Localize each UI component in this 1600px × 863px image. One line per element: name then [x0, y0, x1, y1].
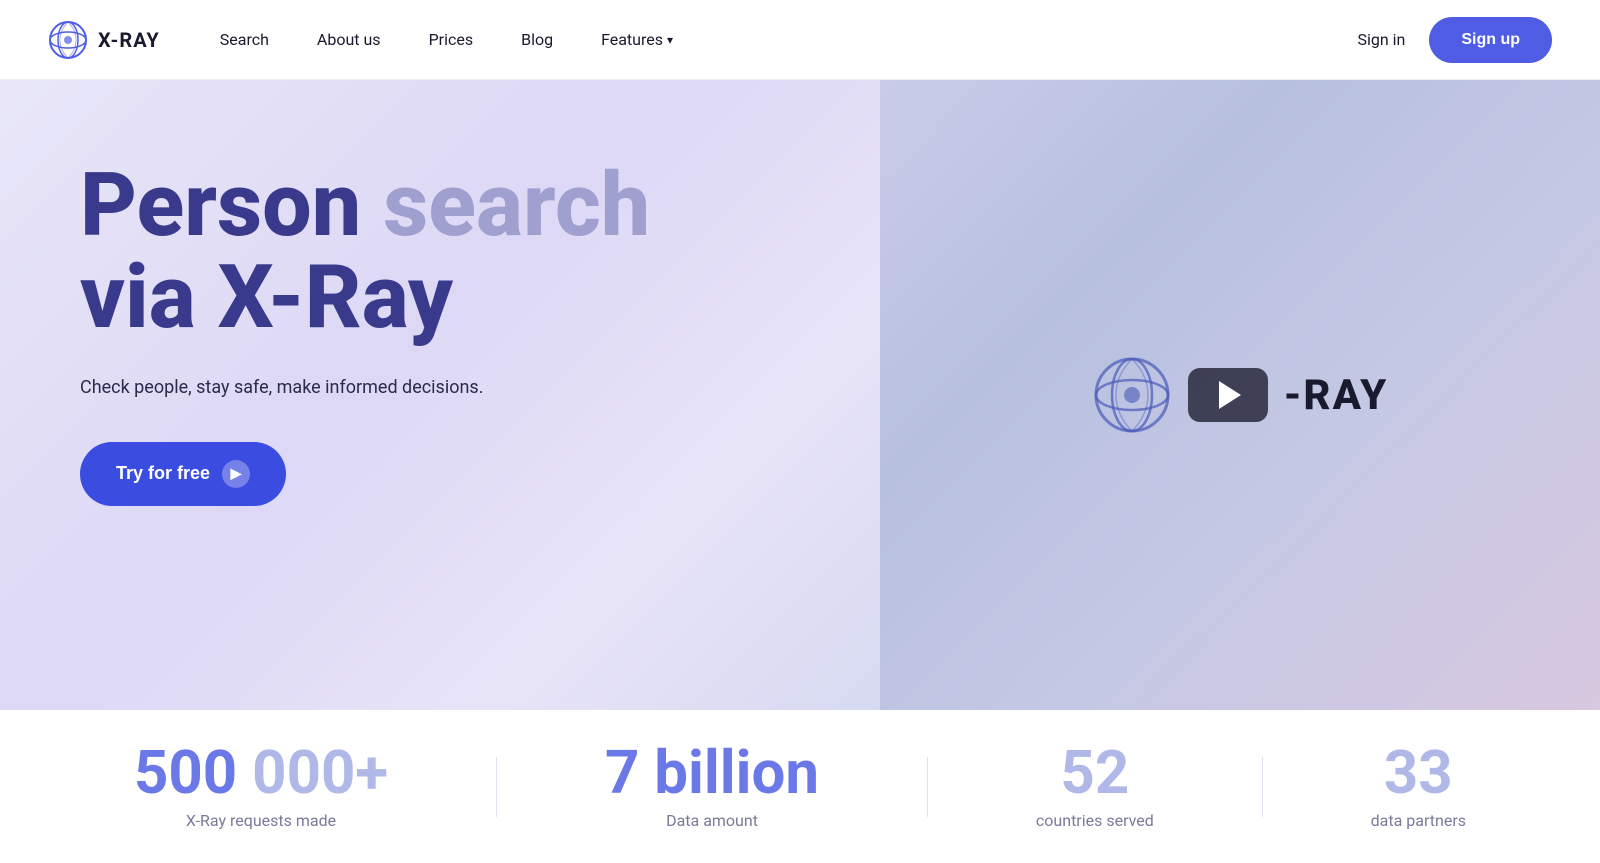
- nav-links: Search About us Prices Blog Features ▾: [220, 30, 1358, 49]
- nav-search[interactable]: Search: [220, 30, 269, 49]
- stat-countries: 52 countries served: [1036, 743, 1154, 830]
- nav-prices[interactable]: Prices: [429, 30, 474, 49]
- video-logo-area: -RAY: [1092, 355, 1389, 435]
- nav-right: Sign in Sign up: [1357, 17, 1552, 63]
- stat-data-label: Data amount: [666, 811, 758, 830]
- stats-section: 500 000+ X-Ray requests made 7 billion D…: [0, 710, 1600, 863]
- sign-in-link[interactable]: Sign in: [1357, 30, 1405, 49]
- nav-about[interactable]: About us: [317, 30, 381, 49]
- stat-countries-label: countries served: [1036, 811, 1154, 830]
- stat-divider-2: [927, 757, 928, 817]
- stat-data: 7 billion Data amount: [605, 743, 819, 830]
- xray-logo-icon: [48, 20, 88, 60]
- navbar: X-RAY Search About us Prices Blog Featur…: [0, 0, 1600, 80]
- video-brand-text: -RAY: [1284, 371, 1389, 420]
- stat-divider-1: [496, 757, 497, 817]
- stat-requests-number: 500 000+: [134, 743, 388, 803]
- stat-partners-label: data partners: [1371, 811, 1466, 830]
- brand-name: X-RAY: [98, 28, 160, 52]
- arrow-right-icon: ▶: [222, 460, 250, 488]
- stat-partners-number: 33: [1384, 743, 1453, 803]
- stat-data-number: 7 billion: [605, 743, 819, 803]
- chevron-down-icon: ▾: [667, 33, 673, 47]
- logo-area[interactable]: X-RAY: [48, 20, 160, 60]
- hero-heading: Person search via X-Ray: [80, 160, 880, 345]
- try-for-free-button[interactable]: Try for free ▶: [80, 442, 286, 506]
- hero-heading-word2: search: [361, 154, 650, 257]
- hero-section: Person search via X-Ray Check people, st…: [0, 80, 1600, 710]
- nav-features[interactable]: Features ▾: [601, 30, 673, 49]
- hero-right: -RAY: [880, 80, 1600, 710]
- sign-up-button[interactable]: Sign up: [1429, 17, 1552, 63]
- hero-heading-line2: via X-Ray: [80, 246, 453, 349]
- hero-heading-word1: Person: [80, 154, 361, 257]
- stat-countries-number: 52: [1060, 743, 1129, 803]
- stat-divider-3: [1262, 757, 1263, 817]
- stat-partners: 33 data partners: [1371, 743, 1466, 830]
- stat-requests: 500 000+ X-Ray requests made: [134, 743, 388, 830]
- hero-subtext: Check people, stay safe, make informed d…: [80, 377, 880, 398]
- nav-blog[interactable]: Blog: [521, 30, 553, 49]
- video-container[interactable]: -RAY: [880, 80, 1600, 710]
- hero-left: Person search via X-Ray Check people, st…: [0, 80, 880, 710]
- play-icon: [1219, 381, 1241, 409]
- video-play-button[interactable]: [1188, 368, 1268, 422]
- stat-requests-label: X-Ray requests made: [186, 811, 336, 830]
- video-logo-icon: [1092, 355, 1172, 435]
